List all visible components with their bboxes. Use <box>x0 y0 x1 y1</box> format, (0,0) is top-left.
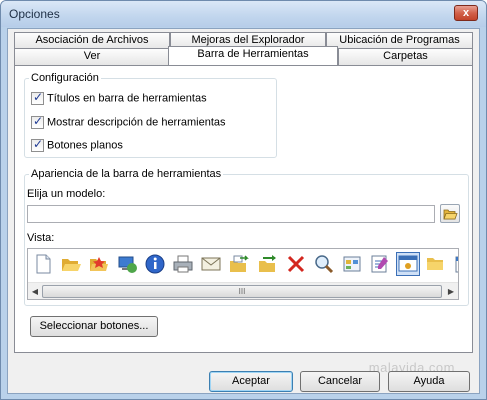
settings-icon[interactable] <box>395 252 420 276</box>
delete-icon[interactable] <box>285 253 307 275</box>
titulos-checkbox[interactable]: ✓ <box>31 90 44 105</box>
tab-label: Mejoras del Explorador <box>191 34 305 46</box>
search-icon[interactable] <box>313 253 335 275</box>
tab-ver[interactable]: Ver <box>14 48 170 65</box>
scroll-grip-icon: III <box>238 287 246 296</box>
tab-label: Barra de Herramientas <box>197 48 309 60</box>
dialog-client-area: Asociación de Archivos Mejoras del Explo… <box>7 28 480 394</box>
tab-label: Carpetas <box>383 50 428 62</box>
configuracion-label: Configuración <box>29 72 101 84</box>
tab-asociacion-archivos[interactable]: Asociación de Archivos <box>14 32 170 49</box>
configuracion-group: Configuración ✓ Títulos en barra de herra… <box>24 72 277 158</box>
cancel-button[interactable]: Cancelar <box>300 371 380 392</box>
window-title: Opciones <box>9 7 60 21</box>
new-file-icon[interactable] <box>32 253 54 275</box>
folder-tree-icon[interactable] <box>425 253 447 275</box>
check-icon: ✓ <box>33 137 44 151</box>
title-bar[interactable]: Opciones x <box>1 1 486 27</box>
scroll-left-arrow-icon[interactable]: ◀ <box>29 286 41 297</box>
apariencia-group: Apariencia de la barra de herramientas E… <box>24 168 469 306</box>
toolbar-preview[interactable]: ◀ III ▶ <box>27 248 459 300</box>
open-folder-icon[interactable] <box>60 253 82 275</box>
copy-to-folder-icon[interactable] <box>228 253 250 275</box>
print-icon[interactable] <box>172 253 194 275</box>
properties-icon[interactable] <box>369 253 391 275</box>
help-button[interactable]: Ayuda <box>388 371 470 392</box>
tab-label: Ver <box>83 50 101 62</box>
botones-planos-checkbox[interactable]: ✓ <box>31 137 44 152</box>
toolbar-tab-panel: Configuración ✓ Títulos en barra de herra… <box>14 65 473 353</box>
check-icon: ✓ <box>33 114 44 128</box>
favorites-folder-icon[interactable] <box>88 253 110 275</box>
option-botones-planos[interactable]: ✓ Botones planos <box>31 137 123 153</box>
tab-label: Ubicación de Programas <box>339 34 460 46</box>
option-mostrar-descripcion[interactable]: ✓ Mostrar descripción de herramientas <box>31 114 226 130</box>
option-titulos-barra[interactable]: ✓ Títulos en barra de herramientas <box>31 90 207 106</box>
option-label: Botones planos <box>47 139 123 152</box>
calendar-icon[interactable] <box>453 253 459 275</box>
model-input[interactable] <box>27 205 435 223</box>
tab-barra-herramientas[interactable]: Barra de Herramientas <box>168 46 338 65</box>
descripcion-checkbox[interactable]: ✓ <box>31 114 44 129</box>
preview-label: Vista: <box>27 232 55 244</box>
tab-label: Asociación de Archivos <box>35 34 149 46</box>
tab-ubicacion-programas[interactable]: Ubicación de Programas <box>326 32 473 49</box>
cancel-label: Cancelar <box>317 375 363 387</box>
option-label: Títulos en barra de herramientas <box>47 92 207 105</box>
help-label: Ayuda <box>413 375 445 387</box>
apariencia-label: Apariencia de la barra de herramientas <box>29 168 224 180</box>
email-icon[interactable] <box>200 253 222 275</box>
info-icon[interactable] <box>144 253 166 275</box>
select-buttons-label: Seleccionar botones... <box>39 320 149 332</box>
scroll-right-arrow-icon[interactable]: ▶ <box>445 286 457 297</box>
tab-carpetas[interactable]: Carpetas <box>338 48 473 65</box>
options-dialog: Opciones x Asociación de Archivos Mejora… <box>0 0 487 400</box>
option-label: Mostrar descripción de herramientas <box>47 116 226 129</box>
accept-label: Aceptar <box>232 375 270 387</box>
model-label: Elija un modelo: <box>27 188 106 200</box>
close-icon: x <box>462 7 470 19</box>
accept-button[interactable]: Aceptar <box>209 371 293 392</box>
preview-horizontal-scrollbar[interactable]: ◀ III ▶ <box>28 282 458 299</box>
network-icon[interactable] <box>116 253 138 275</box>
check-icon: ✓ <box>33 90 44 104</box>
close-button[interactable]: x <box>454 5 478 21</box>
scroll-thumb[interactable]: III <box>42 285 442 298</box>
move-to-folder-icon[interactable] <box>257 253 279 275</box>
select-buttons-button[interactable]: Seleccionar botones... <box>30 316 158 337</box>
browse-model-button[interactable] <box>440 204 460 223</box>
view-icon[interactable] <box>341 253 363 275</box>
preview-icons <box>32 252 459 279</box>
open-folder-icon <box>443 209 458 220</box>
